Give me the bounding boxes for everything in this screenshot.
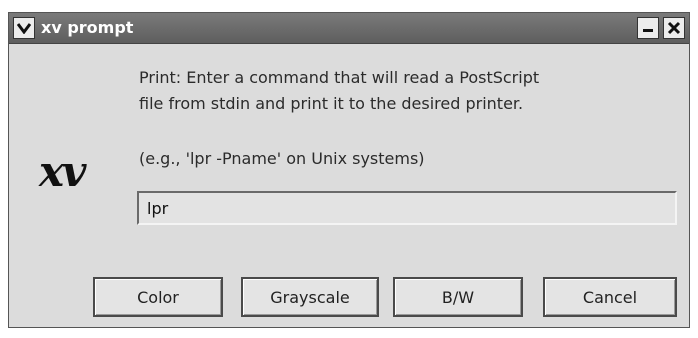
minimize-button[interactable] — [637, 17, 659, 39]
command-input[interactable] — [137, 191, 677, 225]
prompt-hint: (e.g., 'lpr -Pname' on Unix systems) — [139, 149, 425, 168]
color-button[interactable]: Color — [93, 277, 223, 317]
prompt-message: Print: Enter a command that will read a … — [139, 65, 679, 117]
bw-button[interactable]: B/W — [393, 277, 523, 317]
close-icon — [667, 21, 681, 35]
message-line-1: Print: Enter a command that will read a … — [139, 68, 540, 87]
message-line-2: file from stdin and print it to the desi… — [139, 94, 524, 113]
title-bar[interactable]: xv prompt — [9, 13, 689, 44]
cancel-button[interactable]: Cancel — [543, 277, 677, 317]
xv-logo: xv — [39, 147, 86, 196]
window-menu-button[interactable] — [13, 17, 35, 39]
grayscale-button[interactable]: Grayscale — [241, 277, 379, 317]
minimize-icon — [643, 29, 653, 32]
chevron-down-icon — [17, 23, 31, 34]
xv-prompt-window: xv prompt xv Print: Enter a command that… — [8, 12, 690, 328]
window-title: xv prompt — [41, 18, 134, 37]
close-button[interactable] — [663, 17, 685, 39]
